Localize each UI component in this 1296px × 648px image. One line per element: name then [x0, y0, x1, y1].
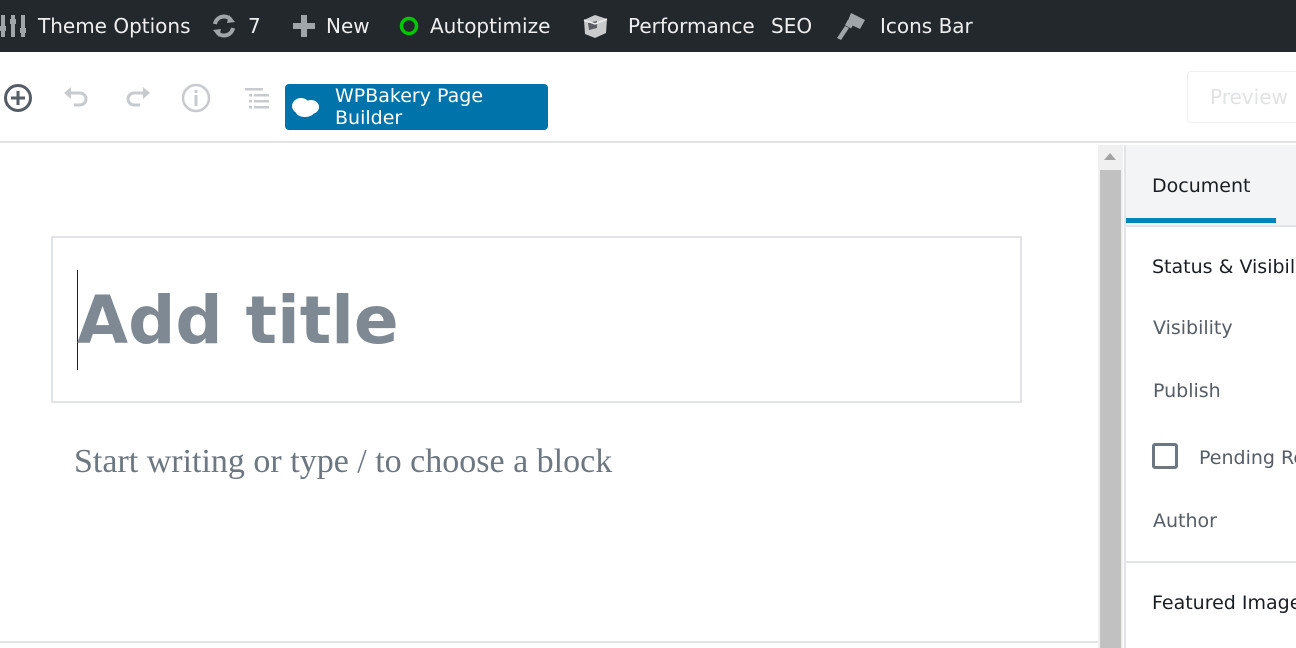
panel-divider	[1126, 561, 1296, 563]
settings-sidebar: Document Status & Visibil Visibility Pub…	[1124, 145, 1296, 648]
autoptimize-label: Autoptimize	[430, 14, 551, 38]
author-label: Author	[1153, 510, 1217, 532]
active-tab-indicator	[1126, 218, 1276, 223]
admin-bar-icons-bar[interactable]: Icons Bar	[836, 0, 973, 52]
editor-toolbar: WPBakery Page Builder Preview	[0, 52, 1296, 143]
admin-bar-theme-options[interactable]: Theme Options	[0, 0, 191, 52]
admin-bar-new[interactable]: New	[292, 0, 370, 52]
add-block-button[interactable]	[0, 80, 36, 116]
info-icon	[181, 83, 211, 113]
preview-button[interactable]: Preview	[1187, 71, 1296, 123]
plus-circle-icon	[4, 84, 32, 112]
performance-label: Performance	[628, 14, 755, 38]
undo-icon	[64, 87, 88, 107]
admin-bar-autoptimize[interactable]: Autoptimize	[398, 0, 550, 52]
list-icon	[245, 88, 269, 109]
cube-icon	[580, 11, 610, 41]
status-visibility-panel-toggle[interactable]: Status & Visibil	[1152, 256, 1295, 278]
redo-icon	[126, 87, 150, 107]
updates-count: 7	[248, 14, 261, 38]
seo-label: SEO	[771, 14, 813, 38]
block-appender[interactable]: Start writing or type / to choose a bloc…	[74, 443, 612, 481]
admin-bar-seo[interactable]: SEO	[771, 0, 812, 52]
redo-button[interactable]	[119, 80, 155, 116]
sidebar-tabs: Document	[1126, 145, 1296, 227]
info-button[interactable]	[178, 80, 214, 116]
scroll-up-arrow-icon[interactable]	[1104, 153, 1116, 160]
publish-label: Publish	[1153, 380, 1221, 402]
refresh-icon	[210, 12, 238, 40]
wpbakery-label: WPBakery Page Builder	[335, 85, 484, 129]
admin-bar-performance[interactable]: Performance	[580, 0, 755, 52]
undo-button[interactable]	[59, 80, 95, 116]
title-placeholder: Add title	[77, 282, 399, 359]
featured-image-panel-toggle[interactable]: Featured Image	[1152, 592, 1296, 614]
icons-bar-label: Icons Bar	[880, 14, 973, 38]
wpbakery-page-builder-button[interactable]: WPBakery Page Builder	[285, 84, 548, 130]
theme-options-label: Theme Options	[38, 14, 191, 38]
pending-review-checkbox[interactable]	[1152, 443, 1178, 469]
admin-bar: Theme Options 7 New Autoptimize Performa…	[0, 0, 1296, 52]
new-label: New	[326, 14, 370, 38]
visibility-label: Visibility	[1153, 317, 1233, 339]
preview-label: Preview	[1210, 85, 1288, 109]
scrollbar-thumb[interactable]	[1100, 170, 1121, 648]
editor-bottom-divider	[0, 641, 1098, 643]
editor-scrollbar[interactable]	[1098, 145, 1123, 648]
status-circle-icon	[398, 15, 420, 37]
plus-icon	[292, 14, 316, 38]
post-title-input[interactable]: Add title	[51, 236, 1022, 403]
tab-document[interactable]: Document	[1152, 175, 1250, 197]
pending-review-label[interactable]: Pending Re	[1199, 447, 1296, 469]
sliders-icon	[0, 12, 28, 40]
paintbrush-icon	[836, 10, 868, 42]
wpbakery-logo-icon	[291, 95, 321, 119]
block-navigation-button[interactable]	[238, 80, 274, 116]
admin-bar-updates[interactable]: 7	[210, 0, 261, 52]
